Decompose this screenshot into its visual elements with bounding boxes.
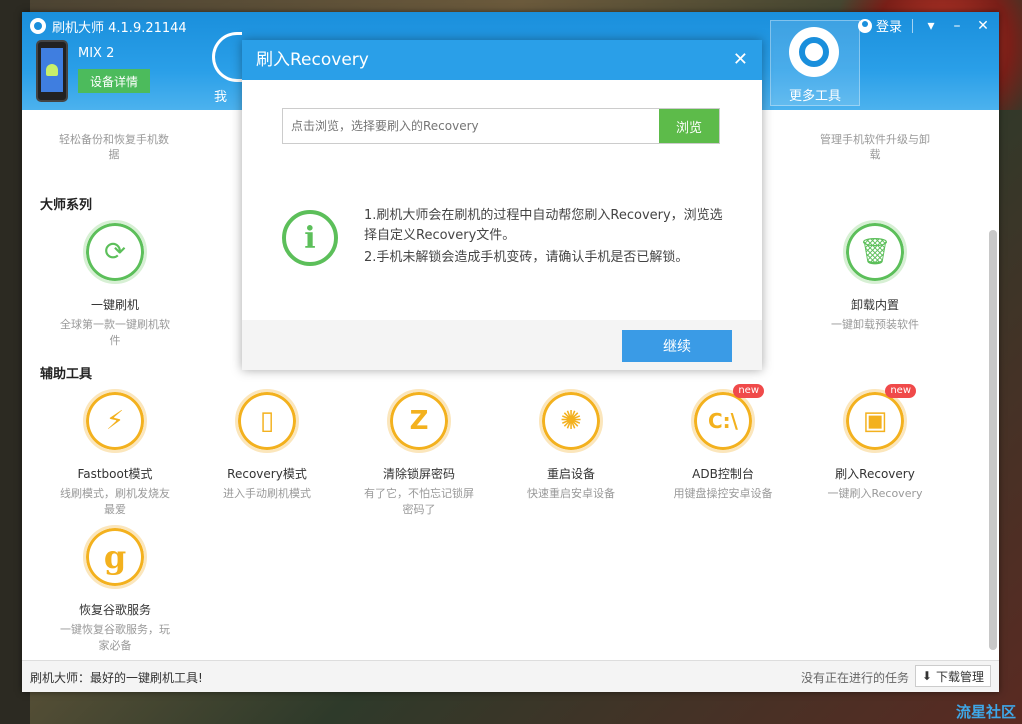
dialog-notes: 1.刷机大师会在刷机的过程中自动帮您刷入Recovery，浏览选择自定义Reco…	[364, 206, 734, 270]
browse-button[interactable]: 浏览	[659, 109, 719, 143]
note-1: 1.刷机大师会在刷机的过程中自动帮您刷入Recovery，浏览选择自定义Reco…	[364, 208, 723, 243]
info-icon: i	[282, 210, 338, 266]
watermark-text: 流星社区	[955, 703, 1016, 721]
continue-button[interactable]: 继续	[622, 330, 732, 362]
app-window: 刷机大师 4.1.9.21144 登录 ▾ – ✕ MIX 2 设备详情 我 理	[22, 12, 999, 692]
flash-recovery-dialog: 刷入Recovery ✕ 浏览 i 1.刷机大师会在刷机的过程中自动帮您刷入Re…	[242, 40, 762, 370]
dialog-close-icon[interactable]: ✕	[733, 40, 748, 80]
dialog-footer: 继续	[242, 320, 762, 370]
dialog-header: 刷入Recovery ✕	[242, 40, 762, 80]
file-picker: 浏览	[282, 108, 720, 144]
recovery-path-input[interactable]	[283, 109, 659, 143]
dialog-title: 刷入Recovery	[256, 50, 369, 70]
note-2: 2.手机未解锁会造成手机变砖，请确认手机是否已解锁。	[364, 250, 689, 265]
